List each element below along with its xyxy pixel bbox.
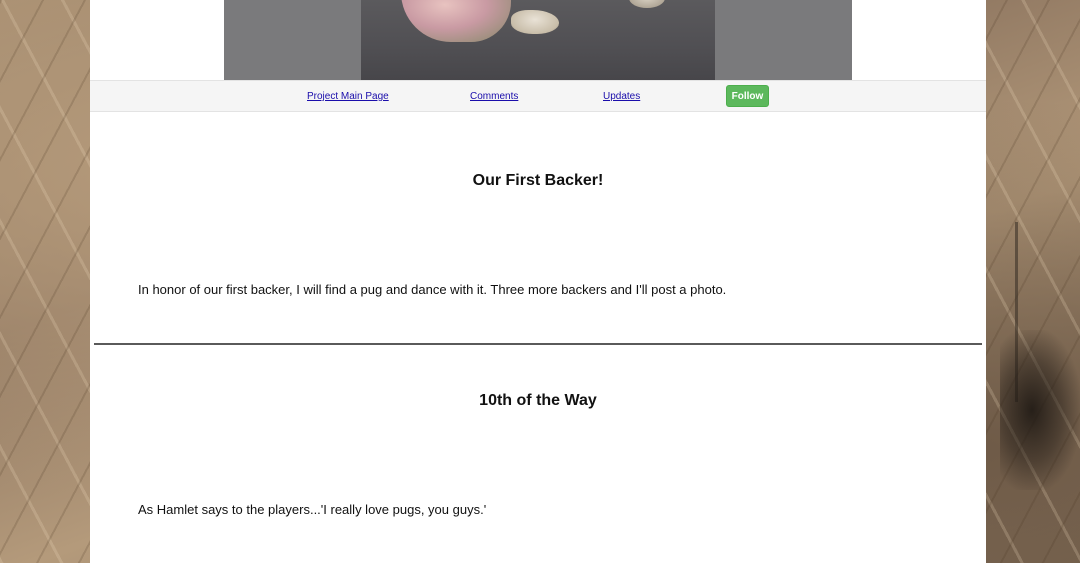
project-main-page-link[interactable]: Project Main Page — [307, 91, 389, 102]
project-nav-bar: Project Main Page Comments Updates Follo… — [90, 80, 986, 112]
pug-dress — [401, 0, 511, 42]
update-title: 10th of the Way — [479, 392, 597, 409]
pug-paw-second — [629, 0, 665, 8]
pug-paw — [511, 10, 559, 34]
update-body: As Hamlet says to the players...'I reall… — [138, 502, 487, 517]
update-body: In honor of our first backer, I will fin… — [138, 282, 727, 297]
project-hero-image — [224, 0, 852, 80]
background-shadow — [1000, 330, 1080, 490]
updates-link[interactable]: Updates — [603, 91, 640, 102]
pug-photo — [361, 0, 715, 80]
project-updates-page: Project Main Page Comments Updates Follo… — [90, 0, 986, 563]
update-divider — [94, 343, 982, 345]
comments-link[interactable]: Comments — [470, 91, 518, 102]
follow-button[interactable]: Follow — [726, 85, 769, 107]
update-title: Our First Backer! — [472, 172, 604, 189]
